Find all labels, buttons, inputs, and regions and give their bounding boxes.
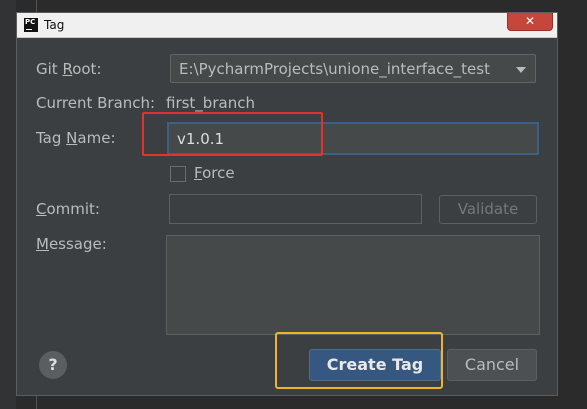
help-button[interactable]: ? <box>39 351 67 379</box>
close-icon: ✕ <box>524 14 536 28</box>
pycharm-logo-icon: PC <box>24 18 38 32</box>
git-root-value: E:\PycharmProjects\unione_interface_test <box>179 60 490 78</box>
commit-input[interactable] <box>169 194 422 224</box>
close-button[interactable]: ✕ <box>507 13 553 31</box>
validate-button[interactable]: Validate <box>439 195 537 224</box>
message-label: Message: <box>36 235 107 253</box>
tag-dialog: PC Tag ✕ Git Root: E:\PycharmProjects\un… <box>16 12 558 396</box>
force-checkbox[interactable] <box>170 166 186 182</box>
chevron-down-icon <box>516 67 526 73</box>
force-label[interactable]: Force <box>194 164 235 182</box>
title-bar: PC Tag ✕ <box>17 13 557 38</box>
git-root-label: Git Root: <box>36 60 102 78</box>
message-textarea[interactable] <box>166 235 540 335</box>
create-tag-button[interactable]: Create Tag <box>309 349 441 381</box>
window-title: Tag <box>44 18 65 32</box>
commit-label: Commit: <box>36 200 100 218</box>
current-branch-label: Current Branch: <box>36 94 156 112</box>
cancel-button[interactable]: Cancel <box>447 349 537 381</box>
git-root-dropdown[interactable]: E:\PycharmProjects\unione_interface_test <box>170 54 536 83</box>
ide-background-gutter <box>0 0 16 409</box>
annotation-highlight-red <box>142 112 323 156</box>
tag-name-label: Tag Name: <box>36 129 116 147</box>
current-branch-value: first_branch <box>166 94 255 112</box>
